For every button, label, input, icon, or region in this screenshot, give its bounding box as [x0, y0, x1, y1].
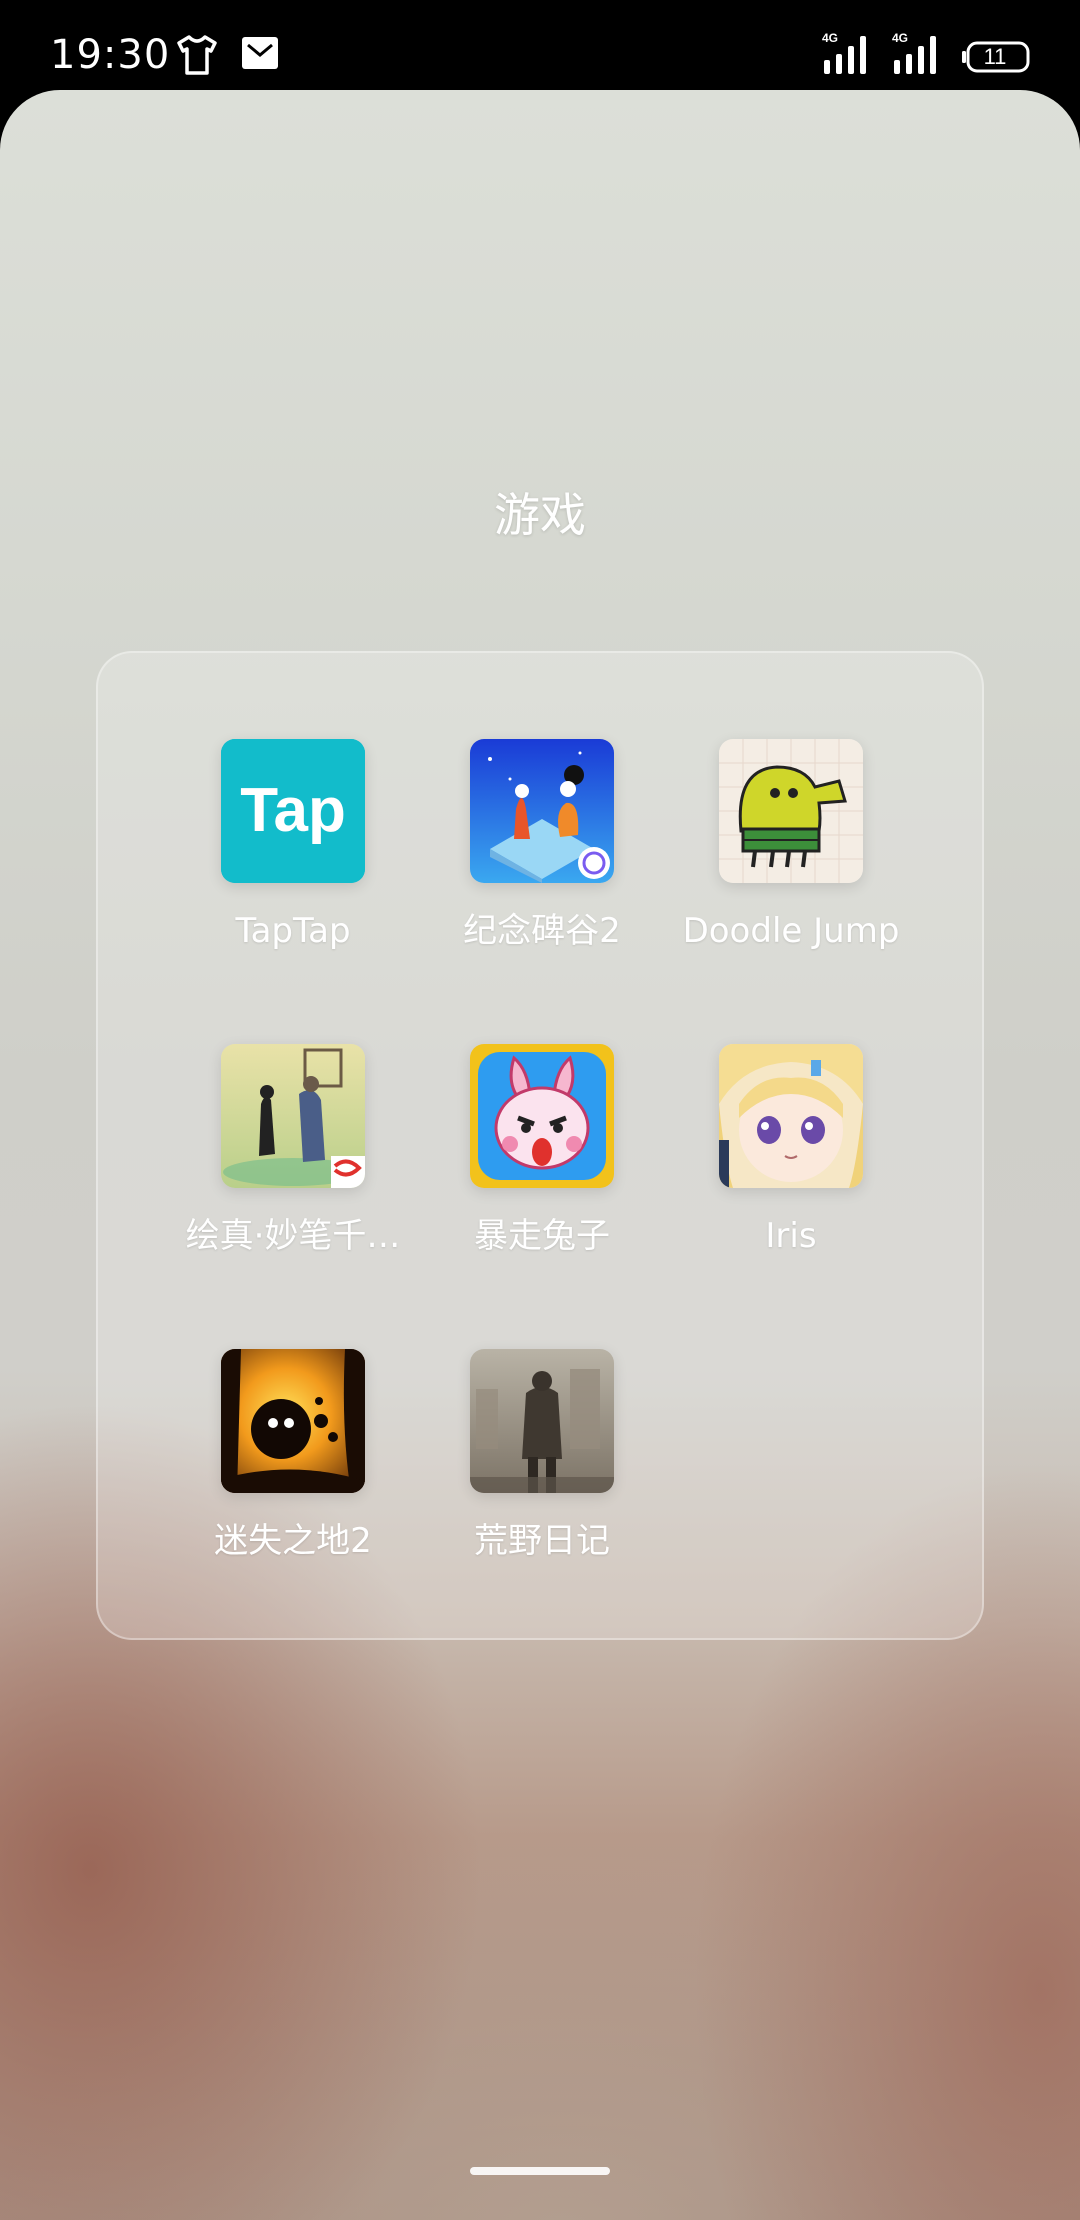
iris-icon: [719, 1044, 863, 1188]
app-label: TapTap: [235, 911, 351, 951]
taptap-icon: Tap: [221, 739, 365, 883]
status-bar: 19:30 4G 4G 11: [0, 0, 1080, 90]
tshirt-icon: [177, 35, 217, 75]
wilderness-diary-icon: [470, 1349, 614, 1493]
app-label: Iris: [765, 1216, 817, 1256]
folder-title[interactable]: 游戏: [0, 485, 1080, 545]
app-badland-2[interactable]: 迷失之地2: [164, 1349, 422, 1609]
app-label: 绘真·妙笔千…: [185, 1216, 401, 1256]
status-time: 19:30: [50, 32, 171, 78]
network-type-label: 4G: [892, 31, 908, 45]
app-label: 迷失之地2: [214, 1521, 372, 1561]
folder-panel: Tap TapTap 纪念碑谷2 Doodle Jump 绘真·妙笔千… 暴走兔…: [96, 651, 984, 1640]
doodle-jump-icon: [719, 739, 863, 883]
network-type-label: 4G: [822, 31, 838, 45]
app-monument-valley-2[interactable]: 纪念碑谷2: [413, 739, 671, 999]
mail-icon: [242, 37, 278, 69]
app-iris[interactable]: Iris: [662, 1044, 920, 1304]
app-label: 纪念碑谷2: [463, 911, 621, 951]
app-taptap[interactable]: Tap TapTap: [164, 739, 422, 999]
app-label: 荒野日记: [474, 1521, 610, 1561]
huizhen-icon: [221, 1044, 365, 1188]
monument-valley-2-icon: [470, 739, 614, 883]
app-huizhen[interactable]: 绘真·妙笔千…: [164, 1044, 422, 1304]
battery-level: 11: [983, 44, 1007, 69]
home-indicator[interactable]: [470, 2167, 610, 2175]
app-rampage-rabbit[interactable]: 暴走兔子: [413, 1044, 671, 1304]
app-label: 暴走兔子: [474, 1216, 610, 1256]
signal-icon: 4G: [822, 31, 866, 74]
app-wilderness-diary[interactable]: 荒野日记: [413, 1349, 671, 1609]
signal-icon: 4G: [892, 31, 936, 74]
app-label: Doodle Jump: [682, 911, 900, 951]
badland-2-icon: [221, 1349, 365, 1493]
home-screen: 19:30 4G 4G 11 游戏 Tap TapTap 纪念碑谷2 Doodl…: [0, 0, 1080, 2220]
taptap-icon-text: Tap: [240, 776, 346, 845]
rampage-rabbit-icon: [470, 1044, 614, 1188]
app-doodle-jump[interactable]: Doodle Jump: [662, 739, 920, 999]
